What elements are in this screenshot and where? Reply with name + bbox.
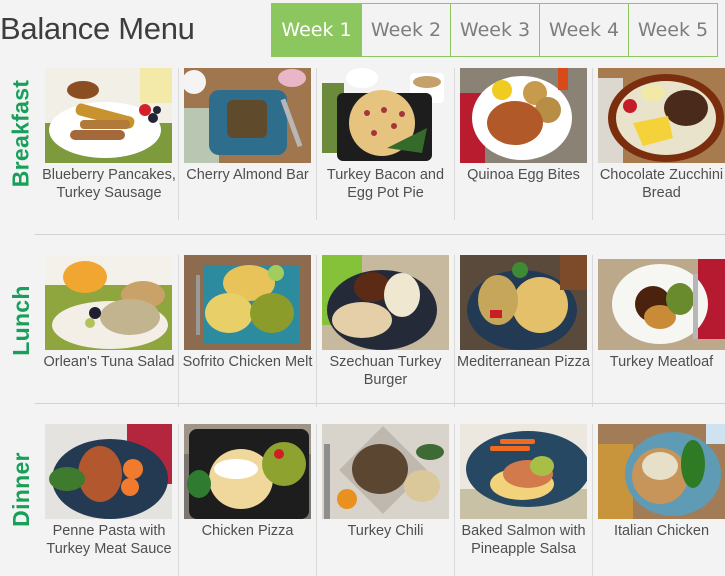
- meal-card[interactable]: Orlean's Tuna Salad: [40, 255, 178, 407]
- tab-week-2[interactable]: Week 2: [361, 4, 450, 56]
- week-tabs: Week 1 Week 2 Week 3 Week 4 Week 5: [271, 3, 718, 57]
- section-label-text: Breakfast: [7, 79, 34, 187]
- meal-name[interactable]: Chicken Pizza: [175, 522, 320, 540]
- zucchini-bread-photo[interactable]: [598, 68, 725, 163]
- page-title: Balance Menu: [0, 11, 195, 46]
- chicken-pizza-photo[interactable]: [184, 424, 311, 519]
- section-label-text: Dinner: [7, 451, 34, 527]
- meal-name[interactable]: Baked Salmon with Pineapple Salsa: [451, 522, 596, 558]
- meal-name[interactable]: Penne Pasta with Turkey Meat Sauce: [36, 522, 182, 558]
- meal-card[interactable]: Szechuan Turkey Burger: [316, 255, 454, 407]
- mediterranean-pizza-photo[interactable]: [460, 255, 587, 350]
- meal-card[interactable]: Turkey Bacon and Egg Pot Pie: [316, 68, 454, 220]
- meal-name[interactable]: Turkey Meatloaf: [589, 353, 725, 371]
- italian-chicken-photo[interactable]: [598, 424, 725, 519]
- meal-card[interactable]: Blueberry Pancakes, Turkey Sausage: [40, 68, 178, 220]
- meal-card[interactable]: Quinoa Egg Bites: [454, 68, 592, 220]
- pot-pie-photo[interactable]: [322, 68, 449, 163]
- almond-bar-photo[interactable]: [184, 68, 311, 163]
- pancakes-photo[interactable]: [45, 68, 172, 163]
- meal-card[interactable]: Turkey Chili: [316, 424, 454, 576]
- meal-cards: Penne Pasta with Turkey Meat Sauce Chick…: [40, 424, 725, 576]
- meal-card[interactable]: Sofrito Chicken Melt: [178, 255, 316, 407]
- meal-card[interactable]: Penne Pasta with Turkey Meat Sauce: [40, 424, 178, 576]
- tab-week-1[interactable]: Week 1: [272, 4, 361, 56]
- meal-name[interactable]: Quinoa Egg Bites: [451, 166, 596, 184]
- section-label: Lunch: [6, 255, 36, 385]
- meal-cards: Orlean's Tuna Salad Sofrito Chicken Melt: [40, 255, 725, 407]
- meal-name[interactable]: Turkey Bacon and Egg Pot Pie: [313, 166, 458, 202]
- meal-name[interactable]: Sofrito Chicken Melt: [175, 353, 320, 371]
- turkey-burger-photo[interactable]: [322, 255, 449, 350]
- meal-name[interactable]: Turkey Chili: [313, 522, 458, 540]
- meal-name[interactable]: Chocolate Zucchini Bread: [589, 166, 725, 202]
- meal-name[interactable]: Blueberry Pancakes, Turkey Sausage: [36, 166, 182, 202]
- meal-card[interactable]: Turkey Meatloaf: [592, 255, 725, 407]
- turkey-chili-photo[interactable]: [322, 424, 449, 519]
- penne-pasta-photo[interactable]: [45, 424, 172, 519]
- meal-card[interactable]: Chocolate Zucchini Bread: [592, 68, 725, 220]
- meal-name[interactable]: Szechuan Turkey Burger: [313, 353, 458, 389]
- meal-name[interactable]: Orlean's Tuna Salad: [36, 353, 182, 371]
- tab-week-3[interactable]: Week 3: [450, 4, 539, 56]
- section-divider: [35, 234, 725, 235]
- tab-week-5[interactable]: Week 5: [628, 4, 717, 56]
- chicken-melt-photo[interactable]: [184, 255, 311, 350]
- section-label: Dinner: [6, 424, 36, 554]
- section-label: Breakfast: [6, 68, 36, 198]
- meal-name[interactable]: Cherry Almond Bar: [175, 166, 320, 184]
- meal-cards: Blueberry Pancakes, Turkey Sausage Cherr…: [40, 68, 725, 220]
- meal-card[interactable]: Chicken Pizza: [178, 424, 316, 576]
- meal-card[interactable]: Baked Salmon with Pineapple Salsa: [454, 424, 592, 576]
- meal-card[interactable]: Italian Chicken: [592, 424, 725, 576]
- section-divider: [35, 403, 725, 404]
- salmon-photo[interactable]: [460, 424, 587, 519]
- meal-name[interactable]: Mediterranean Pizza: [451, 353, 596, 371]
- meal-card[interactable]: Cherry Almond Bar: [178, 68, 316, 220]
- tuna-salad-photo[interactable]: [45, 255, 172, 350]
- meatloaf-photo[interactable]: [598, 259, 725, 350]
- meal-name[interactable]: Italian Chicken: [589, 522, 725, 540]
- tab-week-4[interactable]: Week 4: [539, 4, 628, 56]
- section-label-text: Lunch: [7, 284, 34, 356]
- meal-card[interactable]: Mediterranean Pizza: [454, 255, 592, 407]
- egg-bites-photo[interactable]: [460, 68, 587, 163]
